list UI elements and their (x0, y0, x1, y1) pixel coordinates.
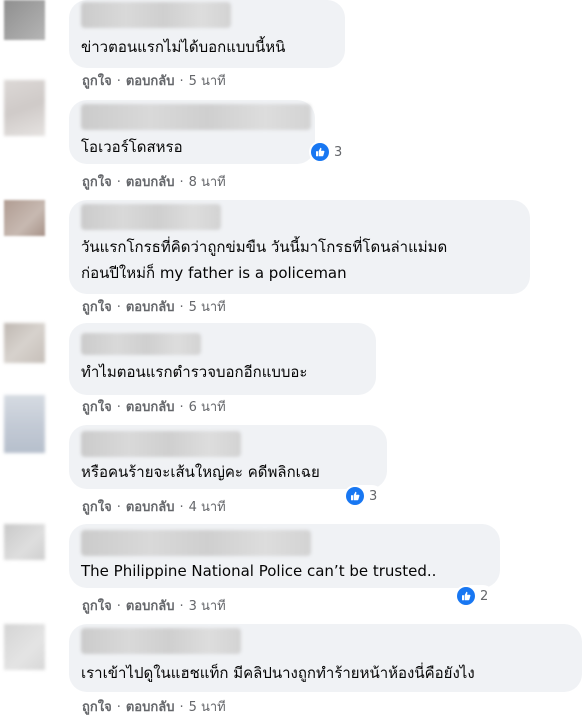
comment-item: ทำไมตอนแรกตำรวจบอกอีกแบบอะ ถูกใจ · ตอบกลับ… (0, 323, 588, 423)
reaction-summary[interactable]: 2 (455, 585, 495, 607)
separator: · (179, 175, 184, 190)
reply-link[interactable]: ตอบกลับ (126, 599, 175, 614)
separator: · (116, 300, 121, 315)
comment-time[interactable]: 5 นาที (189, 300, 226, 315)
reaction-summary[interactable]: 3 (344, 485, 384, 507)
separator: · (116, 175, 121, 190)
comment-item: หรือคนร้ายจะเส้นใหญ่คะ คดีพลิกเฉย 3 ถูกใ… (0, 395, 588, 520)
comment-time[interactable]: 3 นาที (189, 599, 226, 614)
avatar[interactable] (4, 80, 45, 136)
like-link[interactable]: ถูกใจ (82, 74, 112, 89)
separator: · (179, 400, 184, 415)
comment-bubble: วันแรกโกรธที่คิดว่าถูกข่มขืน วันนี้มาโกร… (69, 200, 530, 294)
reaction-count: 2 (480, 588, 489, 604)
separator: · (179, 599, 184, 614)
comment-text: ข่าวตอนแรกไม่ได้บอกแบบนี้หนิ (81, 38, 286, 56)
like-link[interactable]: ถูกใจ (82, 700, 112, 715)
comment-bubble: The Philippine National Police can’t be … (69, 524, 500, 588)
separator: · (116, 700, 121, 715)
author-name[interactable] (81, 204, 221, 230)
author-name[interactable] (81, 628, 241, 654)
reaction-count: 3 (334, 144, 343, 160)
comment-time[interactable]: 5 นาที (189, 74, 226, 89)
avatar[interactable] (4, 0, 45, 40)
reply-link[interactable]: ตอบกลับ (126, 175, 175, 190)
comment-text: ทำไมตอนแรกตำรวจบอกอีกแบบอะ (81, 363, 308, 381)
comment-text: เราเข้าไปดูในแฮชแท็ก มีคลิปนางถูกทำร้ายห… (81, 664, 475, 682)
comment-actions: ถูกใจ · ตอบกลับ · 6 นาที (82, 399, 226, 417)
reply-link[interactable]: ตอบกลับ (126, 300, 175, 315)
separator: · (116, 599, 121, 614)
like-link[interactable]: ถูกใจ (82, 175, 112, 190)
comment-bubble: โอเวอร์โดสหรอ (69, 100, 315, 164)
like-icon (457, 587, 475, 605)
author-name[interactable] (81, 104, 311, 130)
avatar[interactable] (4, 524, 45, 560)
separator: · (116, 74, 121, 89)
reply-link[interactable]: ตอบกลับ (126, 74, 175, 89)
like-icon (311, 143, 329, 161)
comment-time[interactable]: 6 นาที (189, 400, 226, 415)
author-name[interactable] (81, 333, 201, 355)
avatar[interactable] (4, 395, 45, 453)
like-link[interactable]: ถูกใจ (82, 500, 112, 515)
reply-link[interactable]: ตอบกลับ (126, 400, 175, 415)
reply-link[interactable]: ตอบกลับ (126, 700, 175, 715)
comment-actions: ถูกใจ · ตอบกลับ · 3 นาที (82, 598, 226, 616)
separator: · (116, 500, 121, 515)
separator: · (179, 300, 184, 315)
like-icon (346, 487, 364, 505)
comment-text: The Philippine National Police can’t be … (81, 562, 437, 580)
comment-item: เราเข้าไปดูในแฮชแท็ก มีคลิปนางถูกทำร้ายห… (0, 624, 588, 716)
comment-text-line-1: วันแรกโกรธที่คิดว่าถูกข่มขืน วันนี้มาโกร… (81, 238, 448, 256)
comment-actions: ถูกใจ · ตอบกลับ · 5 นาที (82, 699, 226, 716)
reaction-count: 3 (369, 488, 378, 504)
comment-item: The Philippine National Police can’t be … (0, 524, 588, 622)
author-name[interactable] (81, 431, 241, 457)
avatar[interactable] (4, 200, 45, 236)
like-link[interactable]: ถูกใจ (82, 400, 112, 415)
avatar[interactable] (4, 624, 45, 670)
comment-actions: ถูกใจ · ตอบกลับ · 5 นาที (82, 299, 226, 317)
comment-feed: ข่าวตอนแรกไม่ได้บอกแบบนี้หนิ ถูกใจ · ตอบกล… (0, 0, 588, 716)
separator: · (179, 74, 184, 89)
author-name[interactable] (81, 530, 311, 556)
like-link[interactable]: ถูกใจ (82, 300, 112, 315)
comment-bubble: เราเข้าไปดูในแฮชแท็ก มีคลิปนางถูกทำร้ายห… (69, 624, 582, 692)
avatar[interactable] (4, 323, 45, 363)
comment-actions: ถูกใจ · ตอบกลับ · 8 นาที (82, 174, 226, 192)
comment-time[interactable]: 5 นาที (189, 700, 226, 715)
reaction-summary[interactable]: 3 (309, 141, 349, 163)
comment-time[interactable]: 8 นาที (189, 175, 226, 190)
comment-actions: ถูกใจ · ตอบกลับ · 4 นาที (82, 499, 226, 517)
comment-item: โอเวอร์โดสหรอ 3 ถูกใจ · ตอบกลับ · 8 นาที (0, 80, 588, 198)
comment-text: หรือคนร้ายจะเส้นใหญ่คะ คดีพลิกเฉย (81, 463, 320, 481)
comment-actions: ถูกใจ · ตอบกลับ · 5 นาที (82, 73, 226, 91)
reply-link[interactable]: ตอบกลับ (126, 500, 175, 515)
comment-text-line-2: ก่อนปีใหม่ก็ my father is a policeman (81, 264, 347, 282)
comment-item: วันแรกโกรธที่คิดว่าถูกข่มขืน วันนี้มาโกร… (0, 200, 588, 320)
author-name[interactable] (81, 2, 231, 28)
comment-bubble: ทำไมตอนแรกตำรวจบอกอีกแบบอะ (69, 323, 376, 395)
comment-bubble: หรือคนร้ายจะเส้นใหญ่คะ คดีพลิกเฉย (69, 425, 387, 489)
separator: · (116, 400, 121, 415)
separator: · (179, 700, 184, 715)
separator: · (179, 500, 184, 515)
comment-time[interactable]: 4 นาที (189, 500, 226, 515)
like-link[interactable]: ถูกใจ (82, 599, 112, 614)
comment-item: ข่าวตอนแรกไม่ได้บอกแบบนี้หนิ ถูกใจ · ตอบกล… (0, 0, 588, 100)
comment-bubble: ข่าวตอนแรกไม่ได้บอกแบบนี้หนิ (69, 0, 345, 68)
comment-text: โอเวอร์โดสหรอ (81, 138, 183, 156)
